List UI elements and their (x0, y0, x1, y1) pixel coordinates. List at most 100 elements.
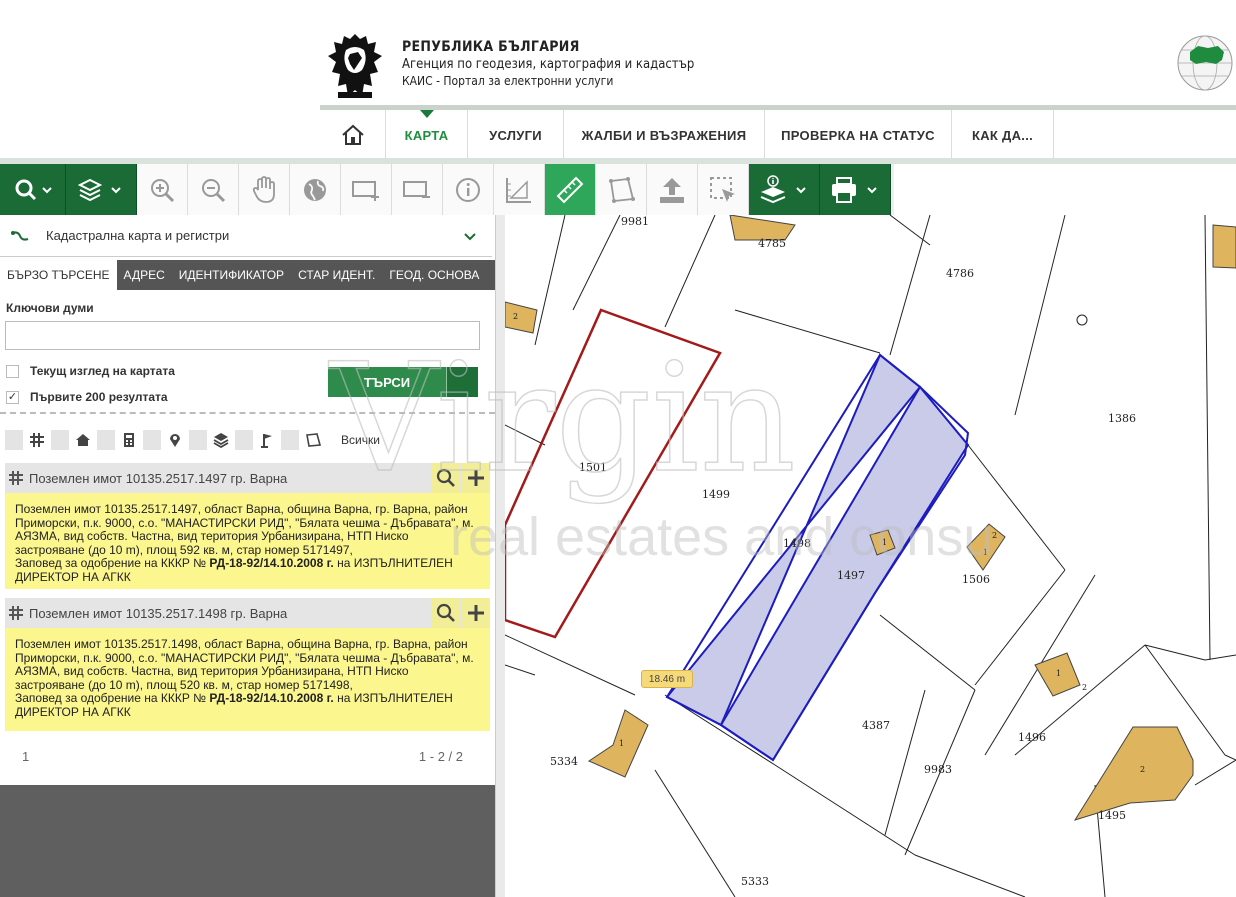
identify-button[interactable] (443, 164, 494, 215)
layers-tool-button[interactable] (66, 164, 137, 215)
layer-dropdown[interactable]: Кадастрална карта и регистри (0, 215, 492, 257)
filter-toggle[interactable] (143, 430, 161, 450)
upload-button[interactable] (647, 164, 698, 215)
parcel-label: 4785 (758, 237, 786, 250)
measure-area-button[interactable] (596, 164, 647, 215)
full-extent-button[interactable] (290, 164, 341, 215)
route-icon (11, 230, 29, 241)
first-200-option: ✓ Първите 200 резултата (6, 390, 168, 404)
parcel-label: 5333 (741, 875, 769, 888)
select-button[interactable] (698, 164, 749, 215)
zoom-out-button[interactable] (188, 164, 239, 215)
tab-address[interactable]: АДРЕС (117, 260, 172, 290)
result-title: Поземлен имот 10135.2517.1498 гр. Варна (29, 605, 288, 621)
search-button[interactable]: ТЪРСИ (328, 367, 478, 397)
building-label: 2 (513, 312, 518, 321)
first-200-label: Първите 200 резултата (30, 390, 168, 404)
filter-building[interactable] (72, 430, 94, 450)
measurement-label: 18.46 m (641, 670, 693, 688)
cadastral-map[interactable]: 2 1 2 1 1 2 1 2 9981 4785 4786 1386 1501… (505, 215, 1236, 897)
filter-toggle[interactable] (281, 430, 299, 450)
keywords-input[interactable] (5, 321, 480, 350)
pan-hand-icon (252, 175, 275, 203)
result-header[interactable]: Поземлен имот 10135.2517.1498 гр. Варна (5, 598, 490, 628)
calculator-icon (124, 433, 134, 447)
filter-toggle[interactable] (97, 430, 115, 450)
nav-map[interactable]: КАРТА (386, 110, 468, 160)
result-header[interactable]: Поземлен имот 10135.2517.1497 гр. Варна (5, 463, 490, 493)
search-tool-button[interactable] (0, 164, 66, 215)
nav-home[interactable] (320, 110, 386, 160)
filter-apartment[interactable] (118, 430, 140, 450)
layers-icon (78, 178, 121, 201)
upload-icon (660, 177, 684, 203)
result-order-number: РД-18-92/14.10.2008 г. (209, 556, 334, 570)
result-description-text: Поземлен имот 10135.2517.1498, област Ва… (15, 637, 474, 692)
filter-toggle[interactable] (51, 430, 69, 450)
zoom-to-result-button[interactable] (432, 598, 460, 628)
panel-splitter[interactable] (495, 215, 505, 897)
parcel-label: 4786 (946, 267, 974, 280)
ruler-button[interactable] (545, 164, 596, 215)
layer-info-button[interactable] (749, 164, 820, 215)
layers-icon (213, 433, 229, 448)
org-line-2: Агенция по геодезия, картография и кадас… (402, 57, 695, 72)
building-label: 2 (992, 531, 997, 540)
measure-coords-button[interactable] (494, 164, 545, 215)
current-view-checkbox[interactable] (6, 364, 19, 378)
layer-info-icon (760, 174, 806, 203)
result-order-prefix: Заповед за одобрение на КККР № (15, 556, 210, 570)
measure-area-icon (609, 176, 635, 203)
zoom-rect-in-button[interactable] (341, 164, 392, 215)
parcel-label: 1498 (783, 537, 811, 550)
building-label: 2 (1140, 765, 1145, 774)
filter-toggle[interactable] (5, 430, 23, 450)
parcel-label: 1506 (962, 573, 990, 586)
result-type-filters: Всички (5, 430, 380, 450)
print-button[interactable] (820, 164, 891, 215)
parcel-label: 9983 (924, 763, 952, 776)
zoom-to-result-button[interactable] (432, 463, 460, 493)
tab-quick-search[interactable]: БЪРЗО ТЪРСЕНЕ (0, 260, 117, 290)
search-icon (15, 179, 52, 200)
pan-button[interactable] (239, 164, 290, 215)
home-icon (341, 124, 364, 145)
flag-icon (261, 434, 272, 448)
ruler-icon (556, 176, 584, 203)
tab-geodetic-base[interactable]: ГЕОД. ОСНОВА (382, 260, 486, 290)
search-button-label: ТЪРСИ (363, 374, 411, 390)
home-icon (76, 434, 90, 446)
map-toolbar (0, 164, 894, 215)
filter-parcel[interactable] (26, 430, 48, 450)
zoom-in-button[interactable] (137, 164, 188, 215)
zoom-rect-out-button[interactable] (392, 164, 443, 215)
zoom-in-icon (151, 178, 175, 202)
search-tabs: БЪРЗО ТЪРСЕНЕ АДРЕС ИДЕНТИФИКАТОР СТАР И… (0, 260, 495, 290)
nav-services[interactable]: УСЛУГИ (468, 110, 564, 160)
tab-old-identifier[interactable]: СТАР ИДЕНТ. (291, 260, 382, 290)
parcel-label: 5334 (550, 755, 578, 768)
parcel-label: 1495 (1098, 809, 1126, 822)
building-label: 1 (1056, 669, 1061, 678)
result-description-text: Поземлен имот 10135.2517.1497, област Ва… (15, 502, 474, 557)
filter-all-label[interactable]: Всички (341, 433, 380, 447)
org-line-3: КАИС - Портал за електронни услуги (402, 74, 614, 88)
filter-area[interactable] (302, 430, 324, 450)
filter-address[interactable] (164, 430, 186, 450)
filter-toggle[interactable] (235, 430, 253, 450)
print-icon (832, 176, 877, 203)
grid-icon (9, 471, 23, 485)
zoom-rect-in-icon (352, 180, 379, 201)
pager-page-number[interactable]: 1 (22, 749, 29, 764)
first-200-checkbox[interactable]: ✓ (6, 390, 19, 404)
nav-status-check[interactable]: ПРОВЕРКА НА СТАТУС (765, 110, 952, 160)
add-result-button[interactable] (462, 463, 490, 493)
parcel-label: 1499 (702, 488, 730, 501)
filter-geodetic-point[interactable] (256, 430, 278, 450)
add-result-button[interactable] (462, 598, 490, 628)
nav-complaints[interactable]: ЖАЛБИ И ВЪЗРАЖЕНИЯ (564, 110, 765, 160)
tab-identifier[interactable]: ИДЕНТИФИКАТОР (172, 260, 291, 290)
filter-toggle[interactable] (189, 430, 207, 450)
filter-layers[interactable] (210, 430, 232, 450)
nav-how-to[interactable]: КАК ДА... (952, 110, 1054, 160)
